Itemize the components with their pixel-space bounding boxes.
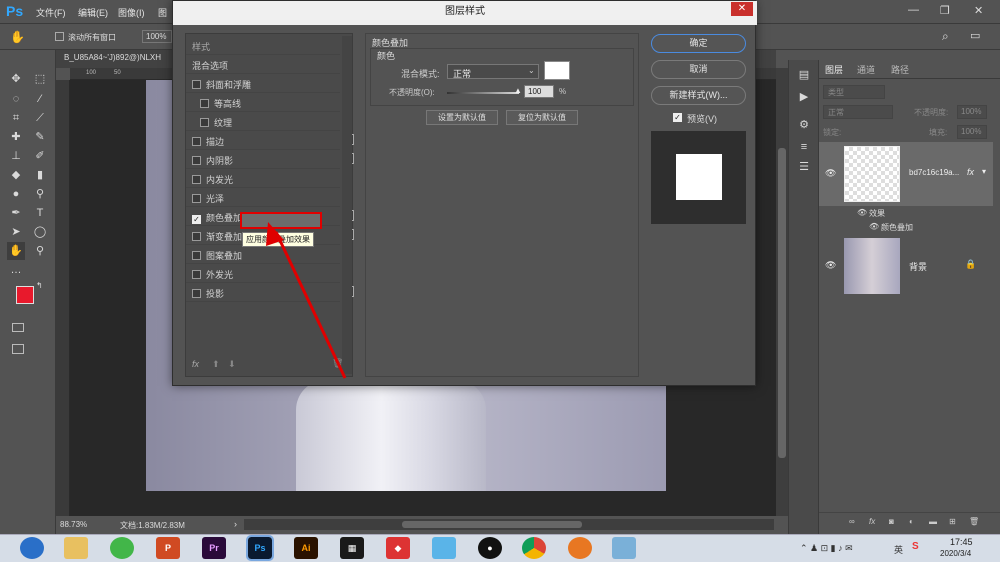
chrome-icon[interactable] xyxy=(522,537,546,559)
powerpoint-icon[interactable]: P xyxy=(156,537,180,559)
browser-icon[interactable] xyxy=(568,537,592,559)
premiere-icon[interactable]: Pr xyxy=(202,537,226,559)
annotation-arrow xyxy=(266,222,347,379)
ime-indicator[interactable]: 英 xyxy=(894,543,903,556)
clock-time[interactable]: 17:45 xyxy=(950,537,973,547)
start-button[interactable] xyxy=(20,537,44,559)
file-explorer-icon[interactable] xyxy=(64,537,88,559)
bird-app-icon[interactable] xyxy=(432,537,456,559)
photoshop-taskbar-icon[interactable]: Ps xyxy=(246,535,274,561)
app-icon[interactable] xyxy=(612,537,636,559)
tray-icons[interactable]: ⌃ ♟ ⊡ ▮ ♪ ✉ xyxy=(800,543,853,554)
wechat-icon[interactable] xyxy=(110,537,134,559)
app-icon[interactable]: ◆ xyxy=(386,537,410,559)
video-app-icon[interactable]: ▦ xyxy=(340,537,364,559)
sogou-icon[interactable]: S xyxy=(912,541,919,552)
qq-icon[interactable]: ● xyxy=(478,537,502,559)
illustrator-icon[interactable]: Ai xyxy=(294,537,318,559)
clock-date[interactable]: 2020/3/4 xyxy=(940,549,971,558)
